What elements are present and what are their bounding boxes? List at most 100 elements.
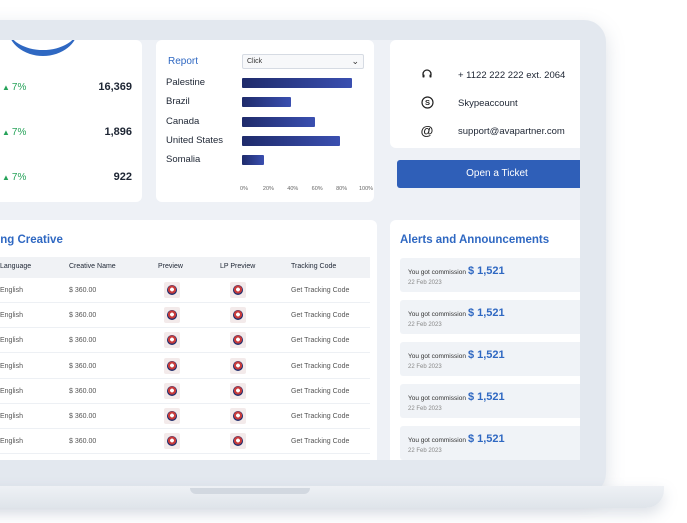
- alert-amount: $ 1,521: [467, 265, 505, 277]
- alert-item[interactable]: You got commission $ 1,521 22 Feb 2023: [400, 342, 580, 376]
- bar-label: United States: [166, 134, 224, 146]
- preview-thumbnail[interactable]: [164, 282, 180, 298]
- open-ticket-button[interactable]: Open a Ticket: [397, 160, 580, 188]
- lp-preview-thumbnail[interactable]: [230, 282, 246, 298]
- lp-preview-thumbnail[interactable]: [230, 332, 246, 349]
- column-header-creative-name[interactable]: Creative Name: [69, 263, 116, 270]
- up-arrow-icon: ▲: [2, 128, 10, 137]
- alert-text: You got commission $ 1,521: [408, 391, 505, 403]
- alert-item[interactable]: You got commission $ 1,521 22 Feb 2023: [400, 426, 580, 460]
- alert-item[interactable]: You got commission $ 1,521 22 Feb 2023: [400, 384, 580, 418]
- badge-logo-icon: [167, 360, 177, 371]
- preview-thumbnail[interactable]: [164, 357, 180, 374]
- stat-row: ▲ 7% 16,369: [0, 80, 142, 98]
- alert-item[interactable]: You got commission $ 1,521 22 Feb 2023: [400, 300, 580, 334]
- contact-phone: + 1122 222 222 ext. 2064: [458, 70, 566, 81]
- bar-label: Palestine: [166, 77, 206, 88]
- report-title: Report: [168, 56, 199, 67]
- get-tracking-code-link[interactable]: Get Tracking Code: [291, 388, 349, 395]
- contact-email[interactable]: support@avapartner.com: [458, 126, 565, 137]
- badge-logo-icon: [233, 411, 243, 421]
- preview-thumbnail[interactable]: [164, 332, 180, 349]
- skype-icon: S: [420, 96, 434, 110]
- alert-item[interactable]: You got commission $ 1,521 22 Feb 2023: [400, 258, 580, 292]
- badge-logo-icon: [233, 335, 243, 346]
- x-tick-label: 60%: [311, 186, 323, 192]
- badge-logo-icon: [167, 285, 177, 295]
- headset-icon: [420, 68, 434, 82]
- badge-logo-icon: [233, 385, 243, 396]
- get-tracking-code-link[interactable]: Get Tracking Code: [291, 312, 349, 319]
- column-header-preview[interactable]: Preview: [158, 263, 183, 270]
- cell-creative-name: $ 360.00: [69, 413, 97, 420]
- preview-thumbnail[interactable]: [164, 382, 180, 399]
- get-tracking-code-link[interactable]: Get Tracking Code: [291, 413, 349, 420]
- alert-message: You got commission: [408, 269, 466, 276]
- lp-preview-thumbnail[interactable]: [230, 382, 246, 399]
- alert-message: You got commission: [408, 437, 466, 444]
- preview-thumbnail[interactable]: [164, 433, 180, 450]
- bar-label: Somalia: [166, 154, 201, 166]
- table-row: English $ 360.00 Get Tracking Code: [0, 354, 370, 379]
- cell-creative-name: $ 360.00: [69, 438, 97, 446]
- report-metric-select[interactable]: Click ⌄: [242, 54, 364, 69]
- cell-language: English: [0, 362, 23, 370]
- alerts-card: Alerts and Announcements You got commiss…: [390, 220, 580, 460]
- cell-creative-name: $ 360.00: [69, 362, 97, 370]
- badge-logo-icon: [233, 310, 243, 321]
- bar: [242, 116, 316, 127]
- stat-change-value: 7%: [11, 127, 27, 138]
- alert-amount: $ 1,521: [467, 391, 505, 403]
- up-arrow-icon: ▲: [2, 173, 10, 182]
- badge-logo-icon: [167, 411, 177, 421]
- badge-logo-icon: [167, 335, 177, 346]
- get-tracking-code-link[interactable]: Get Tracking Code: [291, 287, 349, 294]
- get-tracking-code-link[interactable]: Get Tracking Code: [291, 363, 349, 370]
- alert-text: You got commission $ 1,521: [408, 433, 505, 445]
- contact-phone-row: + 1122 222 222 ext. 2064: [390, 68, 580, 84]
- bar: [242, 135, 340, 146]
- column-header-lp-preview[interactable]: LP Preview: [220, 263, 255, 270]
- stat-change: ▲ 7%: [2, 82, 26, 93]
- table-row: English $ 360.00 Get Tracking Code: [0, 404, 370, 429]
- lp-preview-thumbnail[interactable]: [230, 433, 246, 450]
- column-header-tracking-code[interactable]: Tracking Code: [291, 263, 336, 270]
- alerts-title: Alerts and Announcements: [400, 234, 550, 246]
- donut-chart-arc: [8, 40, 78, 56]
- table-row: English $ 360.00 Get Tracking Code: [0, 303, 370, 329]
- lp-preview-thumbnail[interactable]: [230, 357, 246, 374]
- badge-logo-icon: [233, 436, 243, 447]
- x-tick-label: 20%: [262, 186, 274, 192]
- alert-date: 22 Feb 2023: [408, 406, 442, 412]
- contact-skype-row: S Skypeaccount: [390, 96, 580, 112]
- badge-logo-icon: [233, 360, 243, 371]
- bar: [242, 97, 291, 108]
- alert-message: You got commission: [408, 395, 466, 402]
- alert-amount: $ 1,521: [467, 349, 505, 361]
- badge-logo-icon: [167, 385, 177, 396]
- contact-skype: Skypeaccount: [458, 98, 518, 109]
- table-row: English $ 360.00 Get Tracking Code: [0, 328, 370, 354]
- up-arrow-icon: ▲: [2, 83, 10, 92]
- report-card: Report Click ⌄ Palestine Brazil Canada Unit…: [156, 40, 374, 202]
- stat-row: ▲ 7% 922: [0, 170, 142, 188]
- table-row: English $ 360.00 Get Tracking Code: [0, 429, 370, 455]
- column-header-language[interactable]: Language: [0, 263, 31, 270]
- stat-change: ▲ 7%: [2, 127, 26, 138]
- preview-thumbnail[interactable]: [164, 408, 180, 424]
- stat-value: 1,896: [104, 126, 132, 138]
- bar-label: Canada: [166, 115, 200, 127]
- lp-preview-thumbnail[interactable]: [230, 408, 246, 424]
- stat-change-value: 7%: [11, 82, 27, 93]
- lp-preview-thumbnail[interactable]: [230, 307, 246, 324]
- contact-email-row: @ support@avapartner.com: [390, 124, 580, 140]
- preview-thumbnail[interactable]: [164, 307, 180, 324]
- alert-amount: $ 1,521: [467, 307, 505, 319]
- x-tick-label: 100%: [358, 186, 374, 192]
- get-tracking-code-link[interactable]: Get Tracking Code: [291, 438, 349, 445]
- cell-creative-name: $ 360.00: [69, 387, 97, 395]
- get-tracking-code-link[interactable]: Get Tracking Code: [291, 337, 349, 344]
- dashboard-screen: ▲ 7% 16,369 ▲ 7% 1,896 ▲ 7% 922 Report Clic…: [0, 40, 580, 460]
- alert-date: 22 Feb 2023: [408, 322, 442, 328]
- alert-amount: $ 1,521: [467, 433, 505, 445]
